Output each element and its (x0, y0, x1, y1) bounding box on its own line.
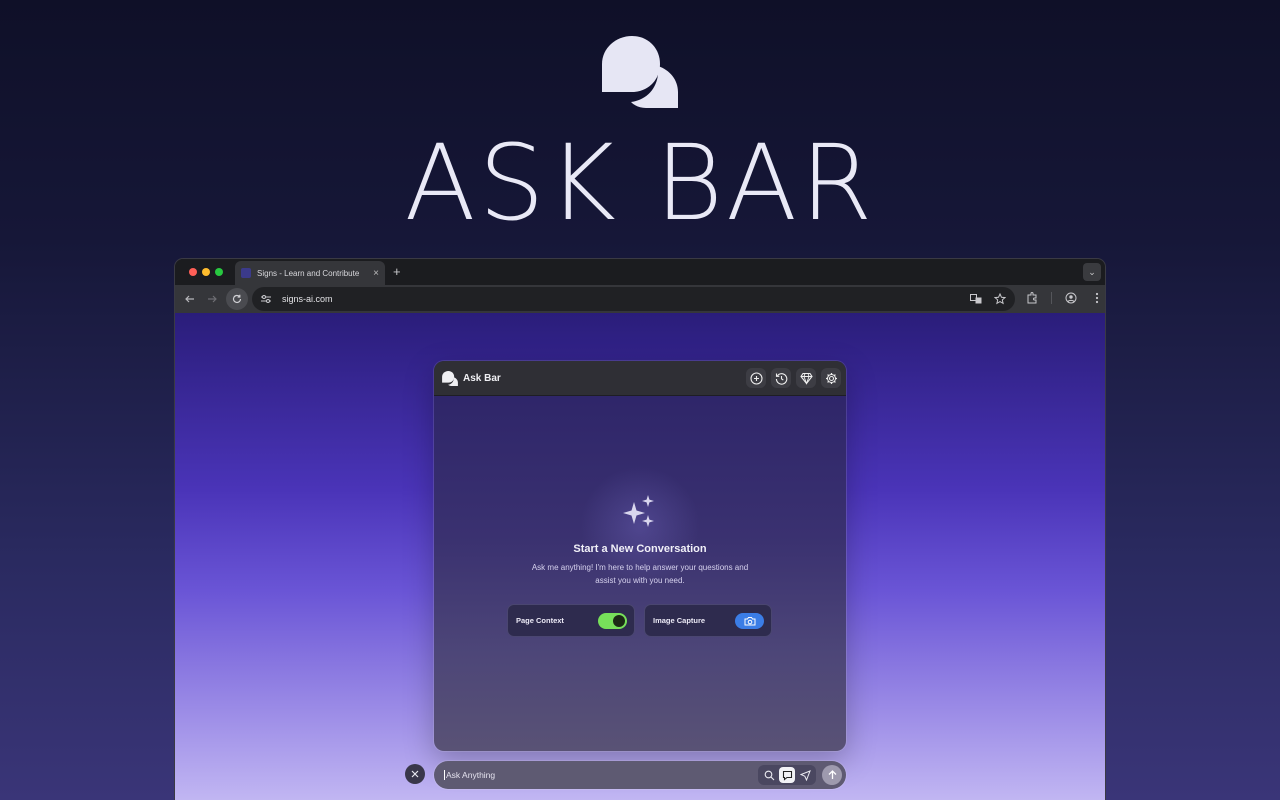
close-icon (411, 770, 419, 778)
site-info-tune-icon[interactable] (260, 294, 272, 304)
translate-icon[interactable] (969, 292, 983, 306)
page-context-card: Page Context (507, 604, 635, 637)
web-page: Ask Bar Start a New Conversation Ask me … (175, 313, 1105, 800)
tab-bar: Signs - Learn and Contribute × + ⌄ (175, 259, 1105, 285)
image-capture-label: Image Capture (653, 616, 706, 625)
history-icon[interactable] (771, 368, 791, 388)
browser-tab[interactable]: Signs - Learn and Contribute × (235, 261, 385, 285)
send-button[interactable] (822, 765, 842, 785)
mode-selector (758, 765, 816, 785)
ask-input-field[interactable]: Ask Anything (434, 761, 846, 789)
chat-mode-icon[interactable] (779, 767, 795, 783)
camera-capture-button[interactable] (735, 613, 764, 629)
tab-close-icon[interactable]: × (373, 268, 379, 279)
panel-header: Ask Bar (434, 361, 846, 396)
ask-input-placeholder: Ask Anything (446, 770, 496, 780)
chat-bubbles-logo-icon (602, 36, 678, 108)
browser-toolbar: signs-ai.com (175, 285, 1105, 313)
toolbar-divider (1051, 292, 1052, 304)
bookmark-star-icon[interactable] (993, 292, 1007, 306)
tab-title: Signs - Learn and Contribute (257, 268, 360, 278)
send-arrow-mode-icon[interactable] (797, 767, 813, 783)
window-minimize-button[interactable] (202, 268, 210, 276)
panel-title: Ask Bar (463, 372, 501, 384)
tab-search-chevron-icon[interactable]: ⌄ (1083, 263, 1101, 281)
new-tab-button[interactable]: + (393, 264, 401, 279)
site-favicon-icon (241, 268, 251, 278)
text-caret (444, 770, 445, 780)
search-mode-icon[interactable] (761, 767, 777, 783)
url-text: signs-ai.com (282, 294, 333, 304)
browser-menu-kebab-icon[interactable] (1090, 291, 1104, 305)
page-context-label: Page Context (516, 616, 564, 625)
sparkles-icon (623, 495, 654, 527)
hero-title: ASK BAR (404, 122, 876, 244)
ask-bar-logo-icon (442, 370, 458, 386)
settings-gear-icon[interactable] (821, 368, 841, 388)
toggle-knob (613, 615, 625, 627)
browser-window: Signs - Learn and Contribute × + ⌄ signs… (175, 259, 1105, 800)
extensions-puzzle-icon[interactable] (1025, 291, 1039, 305)
address-bar[interactable]: signs-ai.com (252, 287, 1015, 311)
ask-bar-panel: Ask Bar Start a New Conversation Ask me … (434, 361, 846, 751)
forward-arrow-icon[interactable] (204, 291, 220, 307)
page-context-toggle[interactable] (598, 613, 627, 629)
camera-icon (744, 617, 755, 626)
profile-avatar-icon[interactable] (1064, 291, 1078, 305)
empty-state-description: Ask me anything! I'm here to help answer… (531, 563, 749, 585)
new-chat-plus-icon[interactable] (746, 368, 766, 388)
back-arrow-icon[interactable] (182, 291, 198, 307)
window-zoom-button[interactable] (215, 268, 223, 276)
panel-body: Start a New Conversation Ask me anything… (434, 396, 846, 751)
empty-state-heading: Start a New Conversation (573, 543, 707, 555)
close-ask-bar-button[interactable] (405, 764, 425, 784)
window-close-button[interactable] (189, 268, 197, 276)
reload-icon[interactable] (226, 288, 248, 310)
image-capture-card: Image Capture (644, 604, 772, 637)
arrow-up-icon (828, 770, 836, 779)
premium-gem-icon[interactable] (796, 368, 816, 388)
